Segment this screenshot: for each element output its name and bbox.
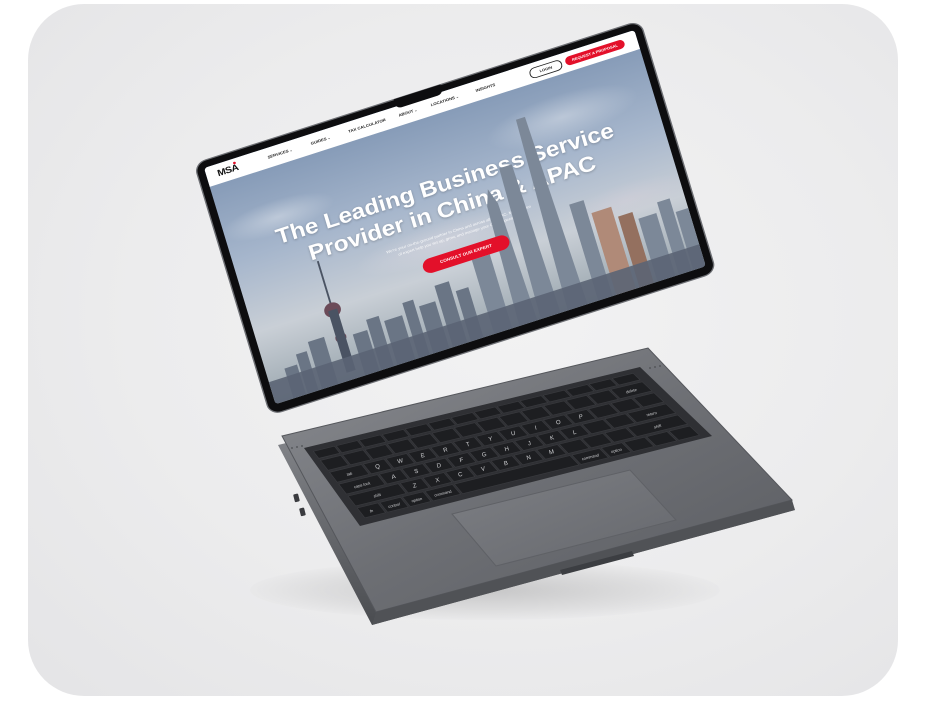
nav-insights[interactable]: INSIGHTS	[475, 83, 496, 93]
nav-about[interactable]: ABOUT⌄	[398, 108, 418, 118]
nav-guides-label: GUIDES	[310, 136, 328, 146]
nav-guides[interactable]: GUIDES⌄	[310, 135, 331, 145]
chevron-down-icon: ⌄	[288, 147, 293, 153]
keyboard-key[interactable]	[319, 455, 349, 471]
nav-services[interactable]: SERVICES⌄	[267, 148, 293, 160]
chevron-down-icon: ⌄	[413, 107, 418, 113]
keyboard-key[interactable]	[342, 449, 372, 466]
keys-group: deletetabQWERTYUIOPcaps lockASDFGHJKLret…	[312, 373, 701, 519]
chevron-down-icon: ⌄	[455, 94, 460, 100]
keyboard-key[interactable]	[496, 401, 526, 414]
nav-tax-calculator[interactable]: TAX CALCULATOR	[348, 118, 386, 134]
nav-locations-label: LOCATIONS	[430, 95, 456, 108]
mockup-canvas: delete tab Q W E R T Y U I O Pcaps lock A S D F G H J K Lret…	[0, 0, 926, 701]
chevron-down-icon: ⌄	[326, 135, 332, 141]
keyboard-key[interactable]	[364, 444, 394, 460]
keyboard-key[interactable]	[473, 406, 503, 420]
nav-services-label: SERVICES	[267, 148, 290, 160]
msa-logo[interactable]: MSA	[216, 163, 239, 179]
nav-about-label: ABOUT	[397, 108, 414, 118]
